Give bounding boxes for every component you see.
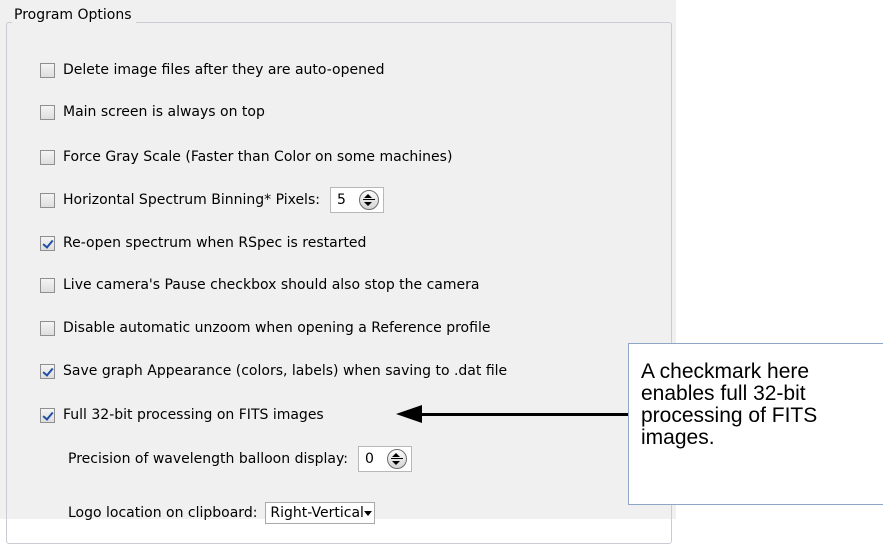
chevron-down-icon: [363, 510, 372, 516]
option-label: Delete image files after they are auto-o…: [63, 62, 385, 78]
option-label: Disable automatic unzoom when opening a …: [63, 320, 491, 336]
precision-spinner[interactable]: 0: [357, 446, 412, 472]
option-delete-image-files[interactable]: Delete image files after they are auto-o…: [40, 59, 384, 81]
precision-value: 0: [364, 451, 374, 467]
option-always-on-top[interactable]: Main screen is always on top: [40, 101, 265, 123]
option-live-camera-pause[interactable]: Live camera's Pause checkbox should also…: [40, 274, 479, 296]
option-label: Full 32-bit processing on FITS images: [63, 407, 324, 423]
option-save-graph-appearance[interactable]: Save graph Appearance (colors, labels) w…: [40, 360, 507, 382]
option-label: Force Gray Scale (Faster than Color on s…: [63, 149, 453, 165]
option-label: Horizontal Spectrum Binning* Pixels:: [63, 192, 320, 208]
option-disable-auto-unzoom[interactable]: Disable automatic unzoom when opening a …: [40, 317, 490, 339]
option-reopen-spectrum[interactable]: Re-open spectrum when RSpec is restarted: [40, 232, 366, 254]
binning-pixels-value: 5: [336, 192, 346, 208]
checkbox[interactable]: [40, 104, 55, 120]
up-down-arrows-icon[interactable]: [386, 449, 407, 469]
option-label: Live camera's Pause checkbox should also…: [63, 277, 480, 293]
option-label: Save graph Appearance (colors, labels) w…: [63, 363, 508, 379]
left-arrow-icon: [396, 405, 422, 423]
logo-location-row: Logo location on clipboard: Right-Vertic…: [68, 502, 376, 524]
program-options-panel: Program Options Delete image files after…: [0, 0, 676, 544]
option-force-gray-scale[interactable]: Force Gray Scale (Faster than Color on s…: [40, 146, 452, 168]
group-title: Program Options: [12, 6, 136, 24]
option-full-32bit-fits[interactable]: Full 32-bit processing on FITS images: [40, 404, 324, 426]
checkbox[interactable]: [40, 192, 55, 208]
checkbox[interactable]: [40, 235, 55, 251]
precision-label: Precision of wavelength balloon display:: [68, 451, 348, 467]
binning-pixels-spinner[interactable]: 5: [329, 187, 384, 213]
option-label: Main screen is always on top: [63, 104, 265, 120]
checkbox[interactable]: [40, 277, 55, 293]
checkbox[interactable]: [40, 363, 55, 379]
checkbox[interactable]: [40, 149, 55, 165]
checkbox[interactable]: [40, 320, 55, 336]
option-label: Re-open spectrum when RSpec is restarted: [63, 235, 367, 251]
precision-row: Precision of wavelength balloon display:…: [68, 446, 412, 472]
checkbox[interactable]: [40, 62, 55, 78]
checkbox[interactable]: [40, 407, 55, 423]
logo-location-select[interactable]: Right-Vertical: [265, 502, 376, 524]
option-horizontal-binning[interactable]: Horizontal Spectrum Binning* Pixels: 5: [40, 187, 384, 213]
annotation-callout: A checkmark here enables full 32-bit pro…: [628, 343, 883, 505]
callout-arrow-line: [420, 413, 628, 416]
up-down-arrows-icon[interactable]: [358, 190, 379, 210]
